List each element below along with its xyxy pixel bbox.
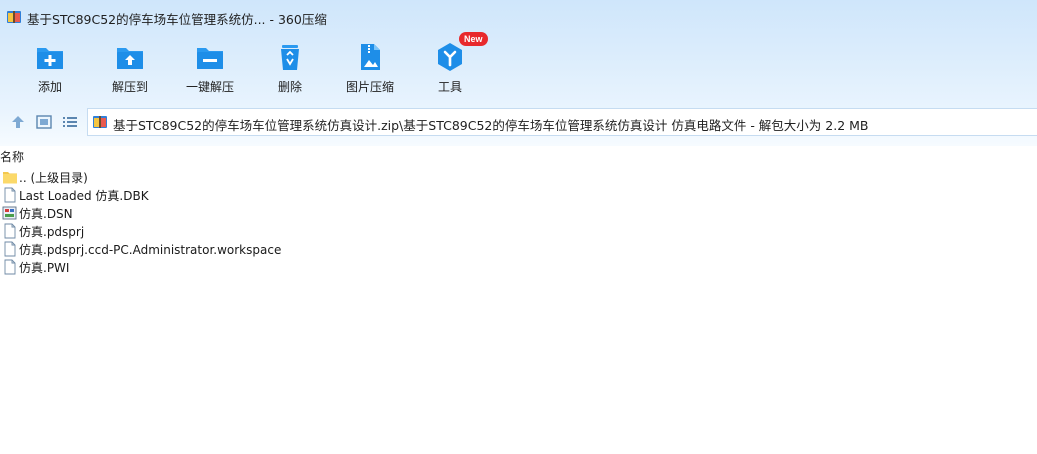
image-compress-icon [361,44,380,70]
add-folder-icon [37,48,63,69]
toolbar: 添加 解压到 一键解压 删除 图片压缩 New 工具 [0,32,700,98]
file-name: 仿真.DSN [19,207,73,221]
tools-label: 工具 [437,80,462,94]
list-view-icon[interactable] [61,113,79,131]
extract-to-label: 解压到 [111,80,148,94]
extract-to-button[interactable]: 解压到 [90,36,170,98]
file-icon [4,223,16,239]
tools-button[interactable]: New 工具 [410,32,490,98]
list-item[interactable]: 仿真.pdsprj [0,222,600,240]
file-name: .. (上级目录) [19,171,88,185]
title-bar: 基于STC89C52的停车场车位管理系统仿... - 360压缩 [0,0,1037,34]
file-name: 仿真.PWI [19,261,70,275]
archive-icon [7,11,21,23]
dsn-file-icon [2,206,17,220]
navigation-bar: 基于STC89C52的停车场车位管理系统仿真设计.zip\基于STC89C52的… [0,107,1037,137]
image-compress-button[interactable]: 图片压缩 [330,36,410,98]
one-click-extract-label: 一键解压 [185,80,234,94]
file-icon [4,187,16,203]
delete-label: 删除 [277,80,302,94]
list-item[interactable]: 仿真.pdsprj.ccd-PC.Administrator.workspace [0,240,600,258]
app-window: 基于STC89C52的停车场车位管理系统仿... - 360压缩 添加 解压到 … [0,0,1037,454]
recycle-bin-icon [281,45,299,70]
file-name: 仿真.pdsprj.ccd-PC.Administrator.workspace [19,243,282,257]
up-arrow-icon[interactable] [9,113,27,131]
image-compress-label: 图片压缩 [345,80,394,94]
file-icon [4,259,16,275]
tools-icon [438,43,462,71]
thumbnail-view-icon[interactable] [35,113,53,131]
one-click-extract-button[interactable]: 一键解压 [170,36,250,98]
address-bar[interactable]: 基于STC89C52的停车场车位管理系统仿真设计.zip\基于STC89C52的… [87,108,1037,136]
file-icon [4,241,16,257]
window-title: 基于STC89C52的停车场车位管理系统仿... - 360压缩 [27,12,327,27]
delete-button[interactable]: 删除 [250,36,330,98]
column-header-name[interactable]: 名称 [0,148,1037,166]
folder-icon [3,172,17,184]
header-area: 基于STC89C52的停车场车位管理系统仿... - 360压缩 添加 解压到 … [0,0,1037,146]
add-button[interactable]: 添加 [10,36,90,98]
extract-to-icon [117,48,143,69]
file-name: 仿真.pdsprj [19,225,85,239]
file-name: Last Loaded 仿真.DBK [19,189,149,203]
list-item[interactable]: 仿真.DSN [0,204,600,222]
list-item-parent-directory[interactable]: .. (上级目录) [0,168,600,186]
column-name-label: 名称 [0,150,25,164]
one-click-extract-icon [197,48,223,69]
list-item[interactable]: 仿真.PWI [0,258,600,276]
file-list: .. (上级目录) Last Loaded 仿真.DBK 仿真.DSN 仿真.p… [0,168,600,276]
add-label: 添加 [37,80,62,94]
address-path: 基于STC89C52的停车场车位管理系统仿真设计.zip\基于STC89C52的… [113,118,869,133]
list-item[interactable]: Last Loaded 仿真.DBK [0,186,600,204]
zip-file-icon [93,116,107,128]
new-badge: New [459,32,488,46]
